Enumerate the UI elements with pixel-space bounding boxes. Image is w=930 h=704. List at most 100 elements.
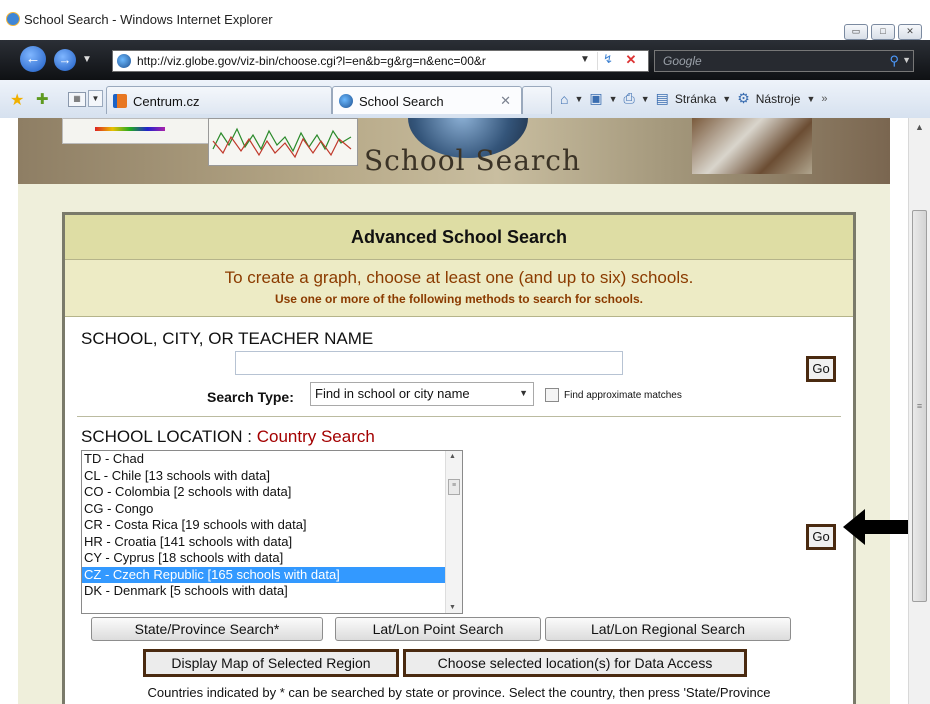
display-map-button[interactable]: Display Map of Selected Region (143, 649, 399, 677)
search-options-icon[interactable]: ▼ (902, 55, 911, 65)
history-dropdown-icon[interactable]: ▼ (82, 54, 92, 65)
tab-school-search[interactable]: School Search ✕ (332, 86, 522, 114)
country-listbox[interactable]: TD - Chad CL - Chile [13 schools with da… (81, 450, 463, 614)
country-option[interactable]: DK - Denmark [5 schools with data] (82, 583, 462, 600)
chevron-down-icon: ▼ (519, 388, 528, 398)
country-search-mode: Country Search (256, 427, 375, 446)
page-dropdown-icon[interactable]: ▼ (722, 94, 731, 104)
home-dropdown-icon[interactable]: ▼ (574, 94, 583, 104)
address-bar: ← → ▼ http://viz.globe.gov/viz-bin/choos… (0, 40, 930, 80)
scroll-grip-icon: ≡ (916, 401, 923, 411)
banner-graph-thumbnail (208, 118, 358, 166)
location-search-label: SCHOOL LOCATION : Country Search (81, 427, 375, 447)
scroll-thumb[interactable]: ≡ (448, 479, 460, 495)
state-province-search-button[interactable]: State/Province Search* (91, 617, 323, 641)
close-button[interactable]: ✕ (898, 24, 922, 40)
panel-heading: Advanced School Search (350, 227, 568, 247)
title-bar: School Search - Windows Internet Explore… (0, 0, 930, 41)
web-search-placeholder: Google (663, 54, 702, 68)
search-icon[interactable]: ⚲ (889, 53, 899, 69)
page-scrollbar[interactable]: ▲ ≡ (908, 118, 930, 704)
listbox-scrollbar[interactable]: ▲ ≡ ▼ (445, 451, 462, 613)
page-icon: ▤ (655, 90, 669, 106)
country-option[interactable]: HR - Croatia [141 schools with data] (82, 534, 462, 551)
advanced-search-panel: Advanced School Search To create a graph… (62, 212, 856, 704)
country-option-selected[interactable]: CZ - Czech Republic [165 schools with da… (82, 566, 462, 583)
country-option[interactable]: CR - Costa Rica [19 schools with data] (82, 517, 462, 534)
tools-menu[interactable]: Nástroje (756, 92, 801, 106)
print-dropdown-icon[interactable]: ▼ (641, 94, 650, 104)
footnote-text: Countries indicated by * can be searched… (147, 685, 771, 700)
banner-chart-thumbnail (62, 118, 210, 144)
page-menu[interactable]: Stránka (675, 92, 716, 106)
tools-dropdown-icon[interactable]: ▼ (806, 94, 815, 104)
banner-graph-lines (212, 127, 352, 159)
more-chevron-icon[interactable]: » (821, 93, 827, 105)
centrum-icon (113, 94, 127, 108)
site-banner: School Search (18, 118, 890, 184)
banner-glacier-image (692, 118, 812, 174)
search-type-select[interactable]: Find in school or city name ▼ (310, 382, 534, 406)
feeds-icon[interactable]: ▣ (589, 90, 602, 107)
country-option[interactable]: CG - Congo (82, 501, 462, 518)
section-divider (77, 416, 841, 417)
tab-bar: ★ ✚ ▦ ▼ Centrum.cz School Search ✕ ⌂ ▼ ▣ ▼… (0, 80, 930, 119)
instruction-main: To create a graph, choose at least one (… (224, 268, 694, 287)
tools-gear-icon: ⚙ (737, 90, 750, 106)
page-viewport: School Search Advanced School Search To … (0, 118, 908, 704)
add-favorites-icon[interactable]: ✚ (36, 90, 49, 108)
url-dropdown-icon[interactable]: ▼ (580, 54, 590, 65)
approximate-matches-checkbox[interactable] (545, 388, 559, 402)
print-icon[interactable]: ⎙ (624, 90, 635, 107)
latlon-regional-search-button[interactable]: Lat/Lon Regional Search (545, 617, 791, 641)
panel-instructions: To create a graph, choose at least one (… (65, 260, 853, 317)
scroll-up-icon[interactable]: ▲ (449, 453, 456, 460)
refresh-icon[interactable]: ↯ (597, 52, 618, 70)
window-title: School Search - Windows Internet Explore… (24, 12, 273, 27)
home-icon[interactable]: ⌂ (560, 91, 568, 107)
back-arrow-icon[interactable]: ← (20, 46, 46, 72)
url-text[interactable]: http://viz.globe.gov/viz-bin/choose.cgi?… (137, 54, 577, 68)
choose-locations-button[interactable]: Choose selected location(s) for Data Acc… (403, 649, 747, 677)
instruction-sub: Use one or more of the following methods… (274, 292, 644, 306)
minimize-button[interactable]: ▭ (844, 24, 868, 40)
latlon-point-search-button[interactable]: Lat/Lon Point Search (335, 617, 541, 641)
url-field[interactable]: http://viz.globe.gov/viz-bin/choose.cgi?… (112, 50, 649, 72)
quick-tabs-icon[interactable]: ▦ (68, 92, 86, 107)
location-search-section: SCHOOL LOCATION : Country Search TD - Ch… (65, 419, 853, 704)
country-option[interactable]: TD - Chad (82, 451, 462, 468)
scroll-down-icon[interactable]: ▼ (449, 604, 456, 611)
page-scroll-thumb[interactable]: ≡ (912, 210, 927, 602)
name-search-go-button[interactable]: Go (806, 356, 836, 382)
web-search-field[interactable]: Google ⚲ ▼ (654, 50, 914, 72)
forward-arrow-icon[interactable]: → (54, 49, 76, 71)
tab-label: Centrum.cz (133, 94, 200, 109)
location-label-text: SCHOOL LOCATION : (81, 427, 252, 446)
name-search-section: SCHOOL, CITY, OR TEACHER NAME Go Search … (65, 317, 853, 417)
country-option[interactable]: CO - Colombia [2 schools with data] (82, 484, 462, 501)
window-controls: ▭ □ ✕ (844, 24, 922, 40)
country-search-go-button[interactable]: Go (806, 524, 836, 550)
search-type-value: Find in school or city name (315, 386, 470, 401)
command-bar: ⌂ ▼ ▣ ▼ ⎙ ▼ ▤ Stránka ▼ ⚙ Nástroje ▼ » (560, 90, 827, 107)
name-search-label: SCHOOL, CITY, OR TEACHER NAME (81, 329, 374, 348)
banner-title: School Search (364, 144, 582, 177)
globe-icon (339, 94, 353, 108)
feeds-dropdown-icon[interactable]: ▼ (609, 94, 618, 104)
search-type-label: Search Type: (207, 389, 294, 405)
ie-icon (6, 12, 20, 26)
country-option[interactable]: CL - Chile [13 schools with data] (82, 468, 462, 485)
close-tab-icon[interactable]: ✕ (500, 93, 511, 109)
scroll-up-icon[interactable]: ▲ (912, 122, 927, 137)
country-option[interactable]: CY - Cyprus [18 schools with data] (82, 550, 462, 567)
favorites-star-icon[interactable]: ★ (10, 90, 24, 110)
stop-icon[interactable]: ✕ (621, 52, 641, 70)
new-tab-button[interactable] (522, 86, 552, 114)
tab-centrum[interactable]: Centrum.cz (106, 86, 332, 114)
approximate-matches-label: Find approximate matches (564, 390, 682, 401)
name-search-input[interactable] (235, 351, 623, 375)
tab-label: School Search (359, 94, 444, 109)
tab-list-dropdown-icon[interactable]: ▼ (88, 90, 103, 107)
maximize-button[interactable]: □ (871, 24, 895, 40)
panel-header: Advanced School Search (65, 215, 853, 260)
